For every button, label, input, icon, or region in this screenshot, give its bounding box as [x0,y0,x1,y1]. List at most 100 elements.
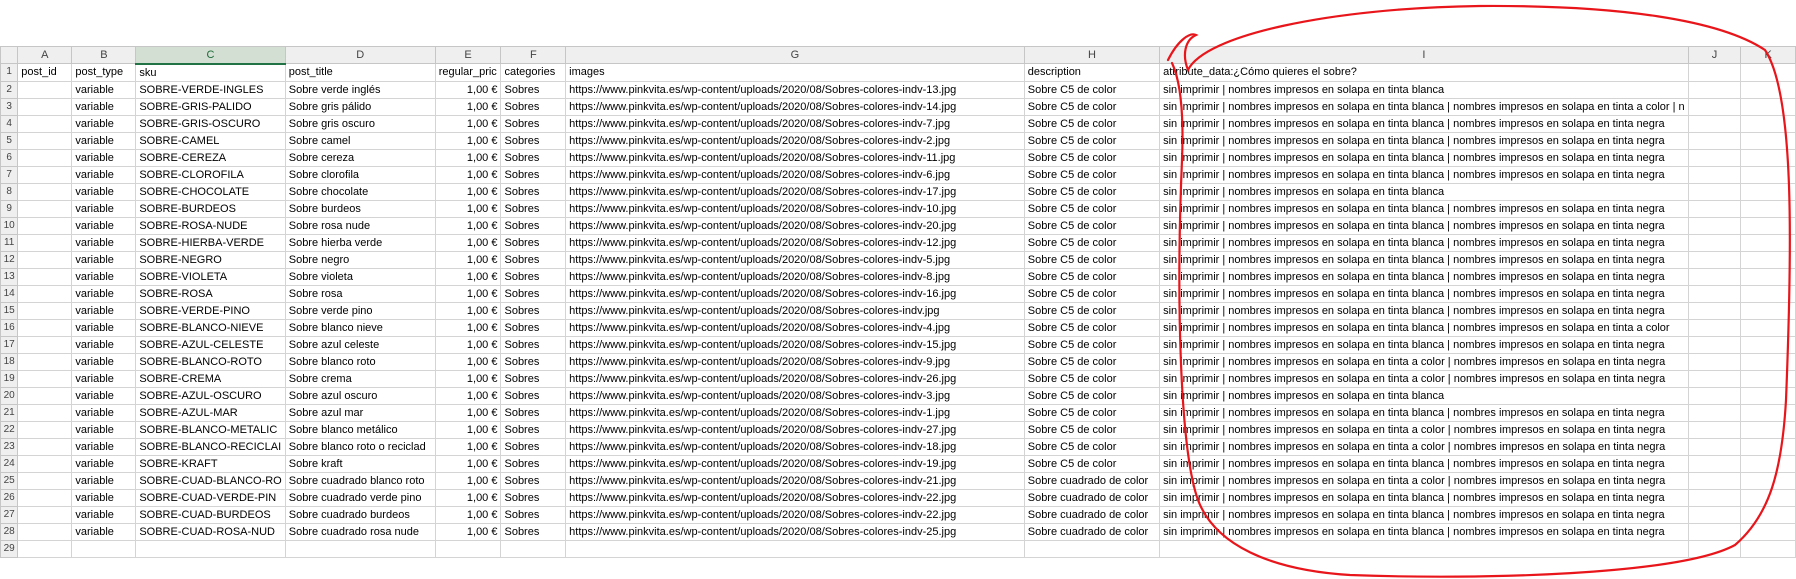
cell-c4[interactable]: SOBRE-GRIS-OSCURO [135,114,286,133]
cell-i20[interactable]: sin imprimir | nombres impresos en solap… [1159,386,1689,405]
cell-b27[interactable]: variable [71,505,137,524]
cell-b18[interactable]: variable [71,352,137,371]
cell-h4[interactable]: Sobre C5 de color [1023,114,1161,133]
column-header-i[interactable]: I [1159,46,1689,64]
cell-c15[interactable]: SOBRE-VERDE-PINO [135,301,286,320]
row-header[interactable]: 25 [0,471,19,490]
cell-k21[interactable] [1740,403,1796,422]
cell-i12[interactable]: sin imprimir | nombres impresos en solap… [1159,250,1689,269]
cell-c10[interactable]: SOBRE-ROSA-NUDE [135,216,286,235]
cell-f17[interactable]: Sobres [500,335,567,354]
cell-g2[interactable]: https://www.pinkvita.es/wp-content/uploa… [565,80,1025,99]
cell-c21[interactable]: SOBRE-AZUL-MAR [135,403,286,422]
cell-j21[interactable] [1687,403,1742,422]
cell-c5[interactable]: SOBRE-CAMEL [135,131,286,150]
row-header[interactable]: 6 [0,148,19,167]
row-header[interactable]: 16 [0,318,19,337]
cell-j24[interactable] [1687,454,1742,473]
cell-a4[interactable] [17,114,73,133]
cell-a29[interactable] [17,539,73,558]
cell-j1[interactable] [1687,63,1742,82]
cell-e7[interactable]: 1,00 € [434,165,502,184]
cell-g26[interactable]: https://www.pinkvita.es/wp-content/uploa… [565,488,1025,507]
row-header[interactable]: 26 [0,488,19,507]
cell-e6[interactable]: 1,00 € [434,148,502,167]
cell-d12[interactable]: Sobre negro [284,250,436,269]
cell-h23[interactable]: Sobre C5 de color [1023,437,1161,456]
cell-e3[interactable]: 1,00 € [434,97,502,116]
cell-e10[interactable]: 1,00 € [434,216,502,235]
cell-a22[interactable] [17,420,73,439]
cell-k17[interactable] [1740,335,1796,354]
cell-b21[interactable]: variable [71,403,137,422]
cell-g4[interactable]: https://www.pinkvita.es/wp-content/uploa… [565,114,1025,133]
column-header-k[interactable]: K [1740,46,1796,64]
cell-k1[interactable] [1740,63,1796,82]
cell-e25[interactable]: 1,00 € [434,471,502,490]
cell-a7[interactable] [17,165,73,184]
cell-k11[interactable] [1740,233,1796,252]
column-header-f[interactable]: F [500,46,567,64]
cell-i13[interactable]: sin imprimir | nombres impresos en solap… [1159,267,1689,286]
cell-h29[interactable] [1023,539,1161,558]
cell-g6[interactable]: https://www.pinkvita.es/wp-content/uploa… [565,148,1025,167]
cell-e18[interactable]: 1,00 € [434,352,502,371]
column-header-j[interactable]: J [1687,46,1742,64]
cell-j25[interactable] [1687,471,1742,490]
cell-k27[interactable] [1740,505,1796,524]
cell-c12[interactable]: SOBRE-NEGRO [135,250,286,269]
cell-d2[interactable]: Sobre verde inglés [284,80,436,99]
row-header[interactable]: 4 [0,114,19,133]
cell-h8[interactable]: Sobre C5 de color [1023,182,1161,201]
cell-k13[interactable] [1740,267,1796,286]
cell-e22[interactable]: 1,00 € [434,420,502,439]
cell-d28[interactable]: Sobre cuadrado rosa nude [284,522,436,541]
cell-f1[interactable]: categories [500,63,567,82]
cell-a23[interactable] [17,437,73,456]
cell-a27[interactable] [17,505,73,524]
cell-h17[interactable]: Sobre C5 de color [1023,335,1161,354]
cell-f19[interactable]: Sobres [500,369,567,388]
cell-f9[interactable]: Sobres [500,199,567,218]
cell-f29[interactable] [500,539,567,558]
cell-h9[interactable]: Sobre C5 de color [1023,199,1161,218]
cell-c28[interactable]: SOBRE-CUAD-ROSA-NUD [135,522,286,541]
cell-b2[interactable]: variable [71,80,137,99]
cell-e9[interactable]: 1,00 € [434,199,502,218]
cell-j29[interactable] [1687,539,1742,558]
row-header[interactable]: 23 [0,437,19,456]
row-header[interactable]: 24 [0,454,19,473]
cell-a13[interactable] [17,267,73,286]
row-header[interactable]: 14 [0,284,19,303]
row-header[interactable]: 20 [0,386,19,405]
cell-h5[interactable]: Sobre C5 de color [1023,131,1161,150]
row-header[interactable]: 15 [0,301,19,320]
cell-c11[interactable]: SOBRE-HIERBA-VERDE [135,233,286,252]
cell-i4[interactable]: sin imprimir | nombres impresos en solap… [1159,114,1689,133]
cell-i29[interactable] [1159,539,1689,558]
row-header[interactable]: 1 [0,63,19,82]
cell-f8[interactable]: Sobres [500,182,567,201]
cell-d9[interactable]: Sobre burdeos [284,199,436,218]
cell-i27[interactable]: sin imprimir | nombres impresos en solap… [1159,505,1689,524]
cell-b11[interactable]: variable [71,233,137,252]
cell-d16[interactable]: Sobre blanco nieve [284,318,436,337]
cell-i16[interactable]: sin imprimir | nombres impresos en solap… [1159,318,1689,337]
cell-a6[interactable] [17,148,73,167]
cell-k22[interactable] [1740,420,1796,439]
cell-d4[interactable]: Sobre gris oscuro [284,114,436,133]
cell-k3[interactable] [1740,97,1796,116]
row-header[interactable]: 11 [0,233,19,252]
cell-b24[interactable]: variable [71,454,137,473]
column-header-c[interactable]: C [135,46,286,65]
select-all-corner[interactable] [0,46,19,64]
cell-d14[interactable]: Sobre rosa [284,284,436,303]
cell-a15[interactable] [17,301,73,320]
cell-c16[interactable]: SOBRE-BLANCO-NIEVE [135,318,286,337]
cell-a28[interactable] [17,522,73,541]
cell-d6[interactable]: Sobre cereza [284,148,436,167]
cell-k6[interactable] [1740,148,1796,167]
cell-j5[interactable] [1687,131,1742,150]
cell-k12[interactable] [1740,250,1796,269]
cell-f25[interactable]: Sobres [500,471,567,490]
